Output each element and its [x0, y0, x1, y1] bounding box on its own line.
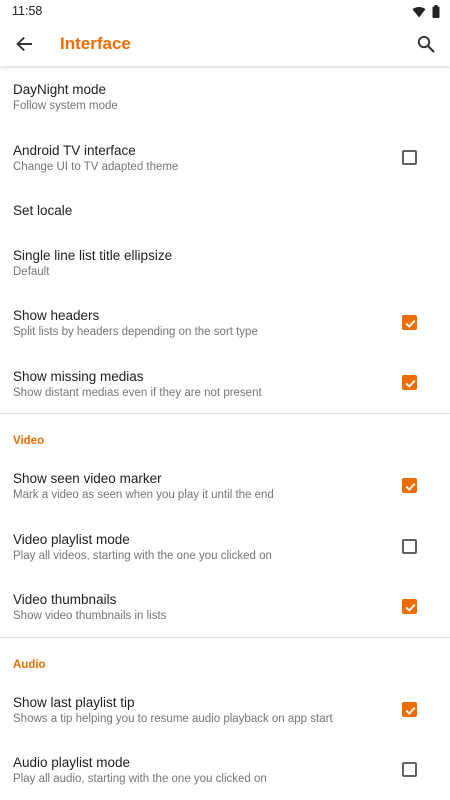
category-audio-header: Audio [13, 659, 46, 671]
pref-summary: Follow system mode [13, 100, 118, 112]
pref-video-playlist-mode[interactable]: Video playlist mode Play all videos, sta… [0, 526, 450, 578]
pref-show-last-playlist-tip[interactable]: Show last playlist tip Shows a tip helpi… [0, 689, 450, 741]
section-divider [0, 413, 450, 414]
checkbox-show-headers[interactable] [402, 315, 417, 330]
pref-summary: Mark a video as seen when you play it un… [13, 489, 274, 501]
pref-title: Audio playlist mode [13, 755, 131, 770]
category-video-header: Video [13, 435, 45, 447]
page-title: Interface [60, 34, 131, 53]
pref-show-headers[interactable]: Show headers Split lists by headers depe… [0, 302, 450, 354]
pref-summary: Play all videos, starting with the one y… [13, 550, 272, 562]
pref-title: Android TV interface [13, 143, 136, 158]
check-icon [405, 482, 416, 491]
checkbox-android-tv[interactable] [402, 150, 417, 165]
check-icon [405, 603, 416, 612]
pref-list-title-ellipsize[interactable]: Single line list title ellipsize Default [0, 242, 450, 294]
pref-summary: Play all audio, starting with the one yo… [13, 773, 267, 785]
check-icon [405, 319, 416, 328]
checkbox-seen-video-marker[interactable] [402, 478, 417, 493]
pref-set-locale[interactable]: Set locale [0, 196, 450, 230]
pref-title: Show seen video marker [13, 471, 162, 486]
checkbox-last-playlist-tip[interactable] [402, 702, 417, 717]
pref-show-missing-medias[interactable]: Show missing medias Show distant medias … [0, 363, 450, 415]
section-divider [0, 637, 450, 638]
pref-title: Single line list title ellipsize [13, 248, 173, 263]
check-icon [405, 379, 416, 388]
pref-video-thumbnails[interactable]: Video thumbnails Show video thumbnails i… [0, 586, 450, 638]
checkbox-show-missing[interactable] [402, 375, 417, 390]
pref-daynight-mode[interactable]: DayNight mode Follow system mode [0, 76, 450, 128]
pref-title: Video playlist mode [13, 532, 130, 547]
back-button[interactable] [10, 30, 38, 58]
pref-title: Show headers [13, 308, 100, 323]
pref-title: Show missing medias [13, 369, 144, 384]
pref-summary: Show distant medias even if they are not… [13, 387, 262, 399]
pref-audio-playlist-mode[interactable]: Audio playlist mode Play all audio, star… [0, 749, 450, 800]
checkbox-video-playlist-mode[interactable] [402, 539, 417, 554]
pref-title: Set locale [13, 203, 73, 218]
pref-title: DayNight mode [13, 82, 107, 97]
pref-show-seen-video-marker[interactable]: Show seen video marker Mark a video as s… [0, 465, 450, 517]
arrow-back-icon [16, 36, 32, 52]
search-button[interactable] [412, 30, 440, 58]
pref-summary: Split lists by headers depending on the … [13, 326, 258, 338]
pref-summary: Shows a tip helping you to resume audio … [13, 713, 333, 725]
pref-summary: Default [13, 266, 50, 278]
pref-summary: Change UI to TV adapted theme [13, 161, 179, 173]
pref-title: Show last playlist tip [13, 695, 135, 710]
pref-summary: Show video thumbnails in lists [13, 610, 167, 622]
wifi-icon [412, 6, 426, 17]
status-icons [412, 5, 440, 18]
pref-title: Video thumbnails [13, 592, 117, 607]
status-time: 11:58 [12, 4, 43, 18]
search-icon [417, 35, 435, 53]
check-icon [405, 706, 416, 715]
app-bar: Interface [0, 22, 450, 66]
checkbox-audio-playlist-mode[interactable] [402, 762, 417, 777]
pref-android-tv-interface[interactable]: Android TV interface Change UI to TV ada… [0, 137, 450, 189]
status-bar: 11:58 [0, 0, 450, 22]
battery-icon [432, 5, 440, 18]
checkbox-video-thumbnails[interactable] [402, 599, 417, 614]
